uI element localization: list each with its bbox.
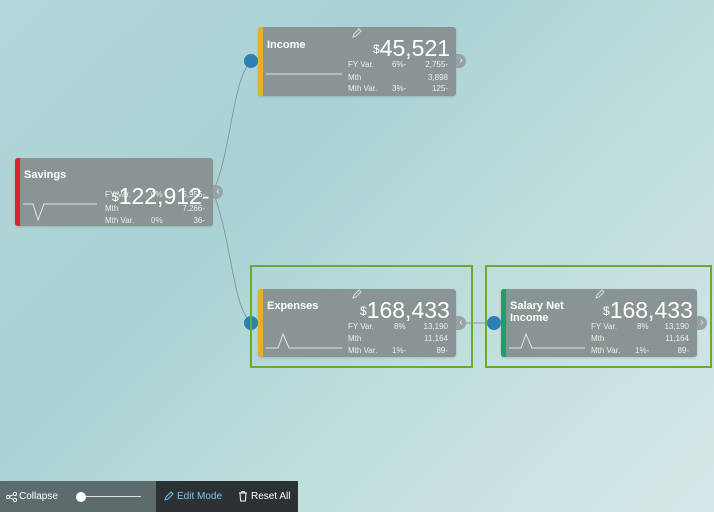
share-icon	[6, 492, 17, 502]
bottom-toolbar: Collapse Edit Mode Reset All	[0, 481, 298, 512]
trash-icon	[239, 491, 247, 502]
collapse-button[interactable]: Collapse	[6, 481, 62, 512]
node-stripe	[258, 27, 263, 96]
metric-label: Mth Var.	[348, 84, 378, 93]
connector-savings-income	[212, 60, 252, 193]
value-amount: 45,521	[379, 35, 451, 61]
sparkline	[23, 203, 97, 222]
metric-pct: 6%-	[392, 60, 407, 69]
edit-icon	[164, 491, 174, 501]
chevron-left-icon: ‹	[216, 186, 220, 197]
slider-handle[interactable]	[76, 492, 86, 502]
slider-track	[80, 496, 141, 497]
node-income[interactable]: Income $45,521 FY Var. 6%- 2,755- Mth 3,…	[258, 27, 466, 96]
metric-label: FY Var.	[348, 60, 374, 69]
currency-symbol: $	[112, 190, 119, 204]
sparkline	[266, 73, 342, 75]
node-value: $122,912-	[112, 185, 210, 208]
edit-mode-button[interactable]: Edit Mode	[164, 481, 224, 512]
node-stripe	[15, 158, 20, 226]
metric-label: Mth Var.	[105, 216, 135, 225]
node-title: Savings	[24, 169, 67, 181]
value-amount: 122,912-	[118, 183, 210, 209]
metric-num: 3,898	[427, 73, 448, 82]
node-value: $45,521	[373, 37, 450, 60]
pencil-icon[interactable]	[352, 28, 362, 38]
connector-dot-income[interactable]	[244, 54, 258, 68]
highlight-box-expenses	[250, 265, 473, 368]
toolbar-right-section: Edit Mode Reset All	[156, 481, 298, 512]
node-title: Income	[267, 39, 306, 51]
connector-savings-expenses	[212, 191, 252, 324]
metric-pct: 0%	[151, 216, 163, 225]
highlight-box-salary	[485, 265, 712, 368]
chevron-right-icon: ›	[459, 55, 463, 66]
reset-all-button[interactable]: Reset All	[238, 481, 296, 512]
metric-pct: 3%-	[392, 84, 407, 93]
node-savings[interactable]: Savings FY Var. 0% 5,955- Mth 7,266- Mth…	[15, 158, 223, 226]
toolbar-left-section: Collapse	[0, 481, 156, 512]
collapse-label: Collapse	[19, 491, 58, 502]
reset-all-label: Reset All	[251, 491, 291, 502]
metric-num: 36-	[193, 216, 205, 225]
metric-num: 125-	[431, 84, 448, 93]
edit-mode-label: Edit Mode	[177, 491, 223, 502]
zoom-slider[interactable]	[76, 491, 141, 503]
metric-num: 2,755-	[425, 60, 448, 69]
currency-symbol: $	[373, 42, 380, 56]
metric-label: Mth	[348, 73, 362, 82]
